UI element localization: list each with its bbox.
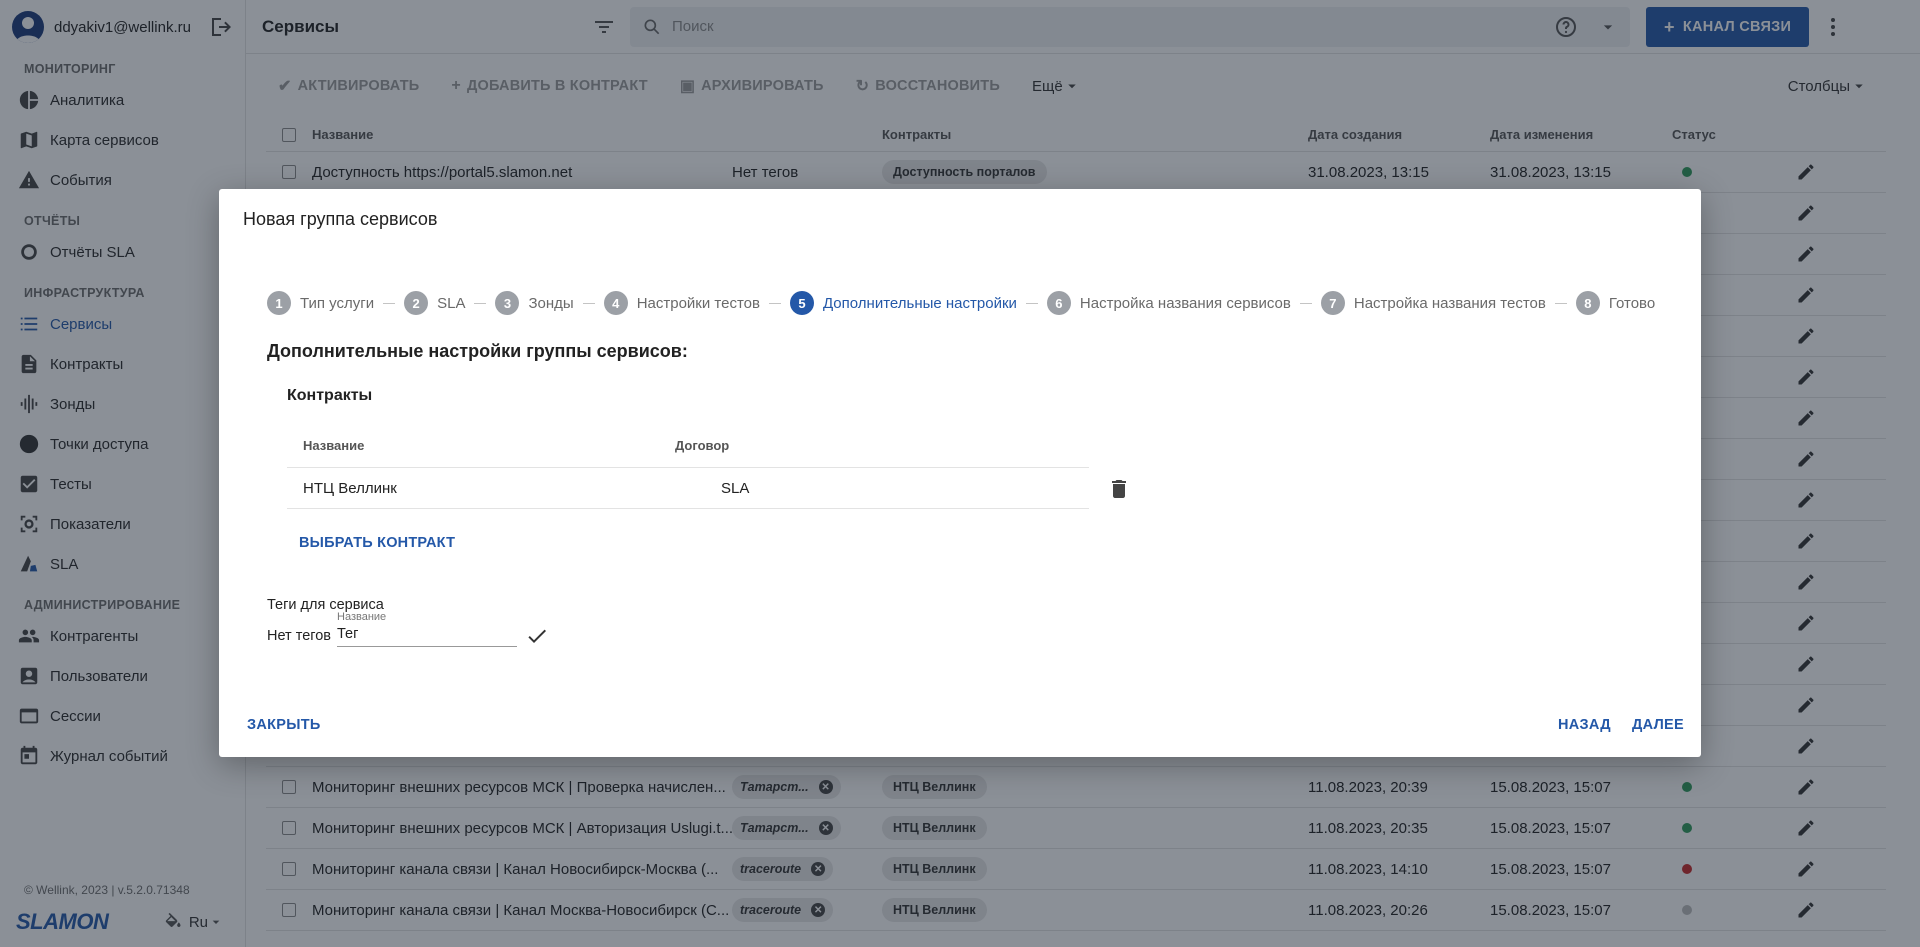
- no-tags-text: Нет тегов: [267, 628, 332, 644]
- step-connector: [582, 302, 595, 304]
- contracts-title: Контракты: [287, 387, 373, 404]
- contracts-table-header: Название Договор: [287, 424, 1089, 468]
- step-label: Готово: [1608, 294, 1656, 312]
- step-number: 6: [1046, 291, 1071, 315]
- wizard-step[interactable]: 2 SLA: [404, 291, 465, 315]
- contracts-table: Название Договор НТЦ Веллинк SLA: [287, 424, 1089, 509]
- step-number: 2: [404, 291, 429, 315]
- wizard-step[interactable]: 7 Настройка названия тестов: [1320, 291, 1546, 315]
- wizard-step[interactable]: 5 Дополнительные настройки: [789, 291, 1017, 315]
- wizard-step[interactable]: 8 Готово: [1575, 291, 1656, 315]
- step-number: 7: [1320, 291, 1345, 315]
- step-connector: [1299, 302, 1312, 304]
- section-heading: Дополнительные настройки группы сервисов…: [267, 341, 688, 361]
- step-number: 1: [267, 291, 291, 315]
- step-label: Настройка названия сервисов: [1079, 294, 1291, 312]
- next-button[interactable]: ДАЛЕЕ: [1632, 717, 1684, 733]
- step-number: 8: [1575, 291, 1600, 315]
- step-label: SLA: [437, 294, 466, 312]
- wizard-step[interactable]: 6 Настройка названия сервисов: [1046, 291, 1291, 315]
- tag-name-input[interactable]: [337, 626, 517, 642]
- wizard-step[interactable]: 3 Зонды: [495, 291, 574, 315]
- step-number: 5: [789, 291, 814, 315]
- step-label: Зонды: [528, 294, 574, 312]
- step-connector: [1554, 302, 1567, 304]
- delete-contract-icon[interactable]: [1107, 477, 1131, 501]
- close-button[interactable]: ЗАКРЫТЬ: [247, 717, 321, 733]
- step-label: Настройка названия тестов: [1353, 294, 1546, 312]
- choose-contract-button[interactable]: ВЫБРАТЬ КОНТРАКТ: [299, 535, 455, 551]
- back-button[interactable]: НАЗАД: [1558, 717, 1611, 733]
- wizard-step[interactable]: 4 Настройки тестов: [603, 291, 760, 315]
- dialog-title: Новая группа сервисов: [243, 209, 438, 229]
- contracts-table-row: НТЦ Веллинк SLA: [287, 468, 1089, 509]
- step-connector: [383, 302, 396, 304]
- contract-agreement: SLA: [721, 479, 750, 497]
- new-service-group-dialog: Новая группа сервисов 1 Тип услуги 2 SLA 3 Зо…: [219, 189, 1701, 757]
- step-connector: [474, 302, 487, 304]
- step-label: Дополнительные настройки: [822, 294, 1017, 312]
- tag-field-label: Название: [337, 611, 387, 623]
- step-number: 3: [495, 291, 520, 315]
- wizard-step[interactable]: 1 Тип услуги: [267, 291, 374, 315]
- step-number: 4: [603, 291, 628, 315]
- confirm-tag-icon[interactable]: [525, 624, 549, 648]
- contracts-col-name: Название: [303, 438, 365, 453]
- contracts-col-agreement: Договор: [675, 438, 730, 453]
- step-connector: [768, 302, 781, 304]
- step-label: Настройки тестов: [636, 294, 760, 312]
- step-connector: [1025, 302, 1038, 304]
- tag-name-field[interactable]: Название: [337, 611, 517, 647]
- step-label: Тип услуги: [300, 294, 375, 312]
- contract-name: НТЦ Веллинк: [303, 479, 397, 497]
- wizard-stepper: 1 Тип услуги 2 SLA 3 Зонды 4 Настройки тестов 5 Д…: [267, 291, 1655, 315]
